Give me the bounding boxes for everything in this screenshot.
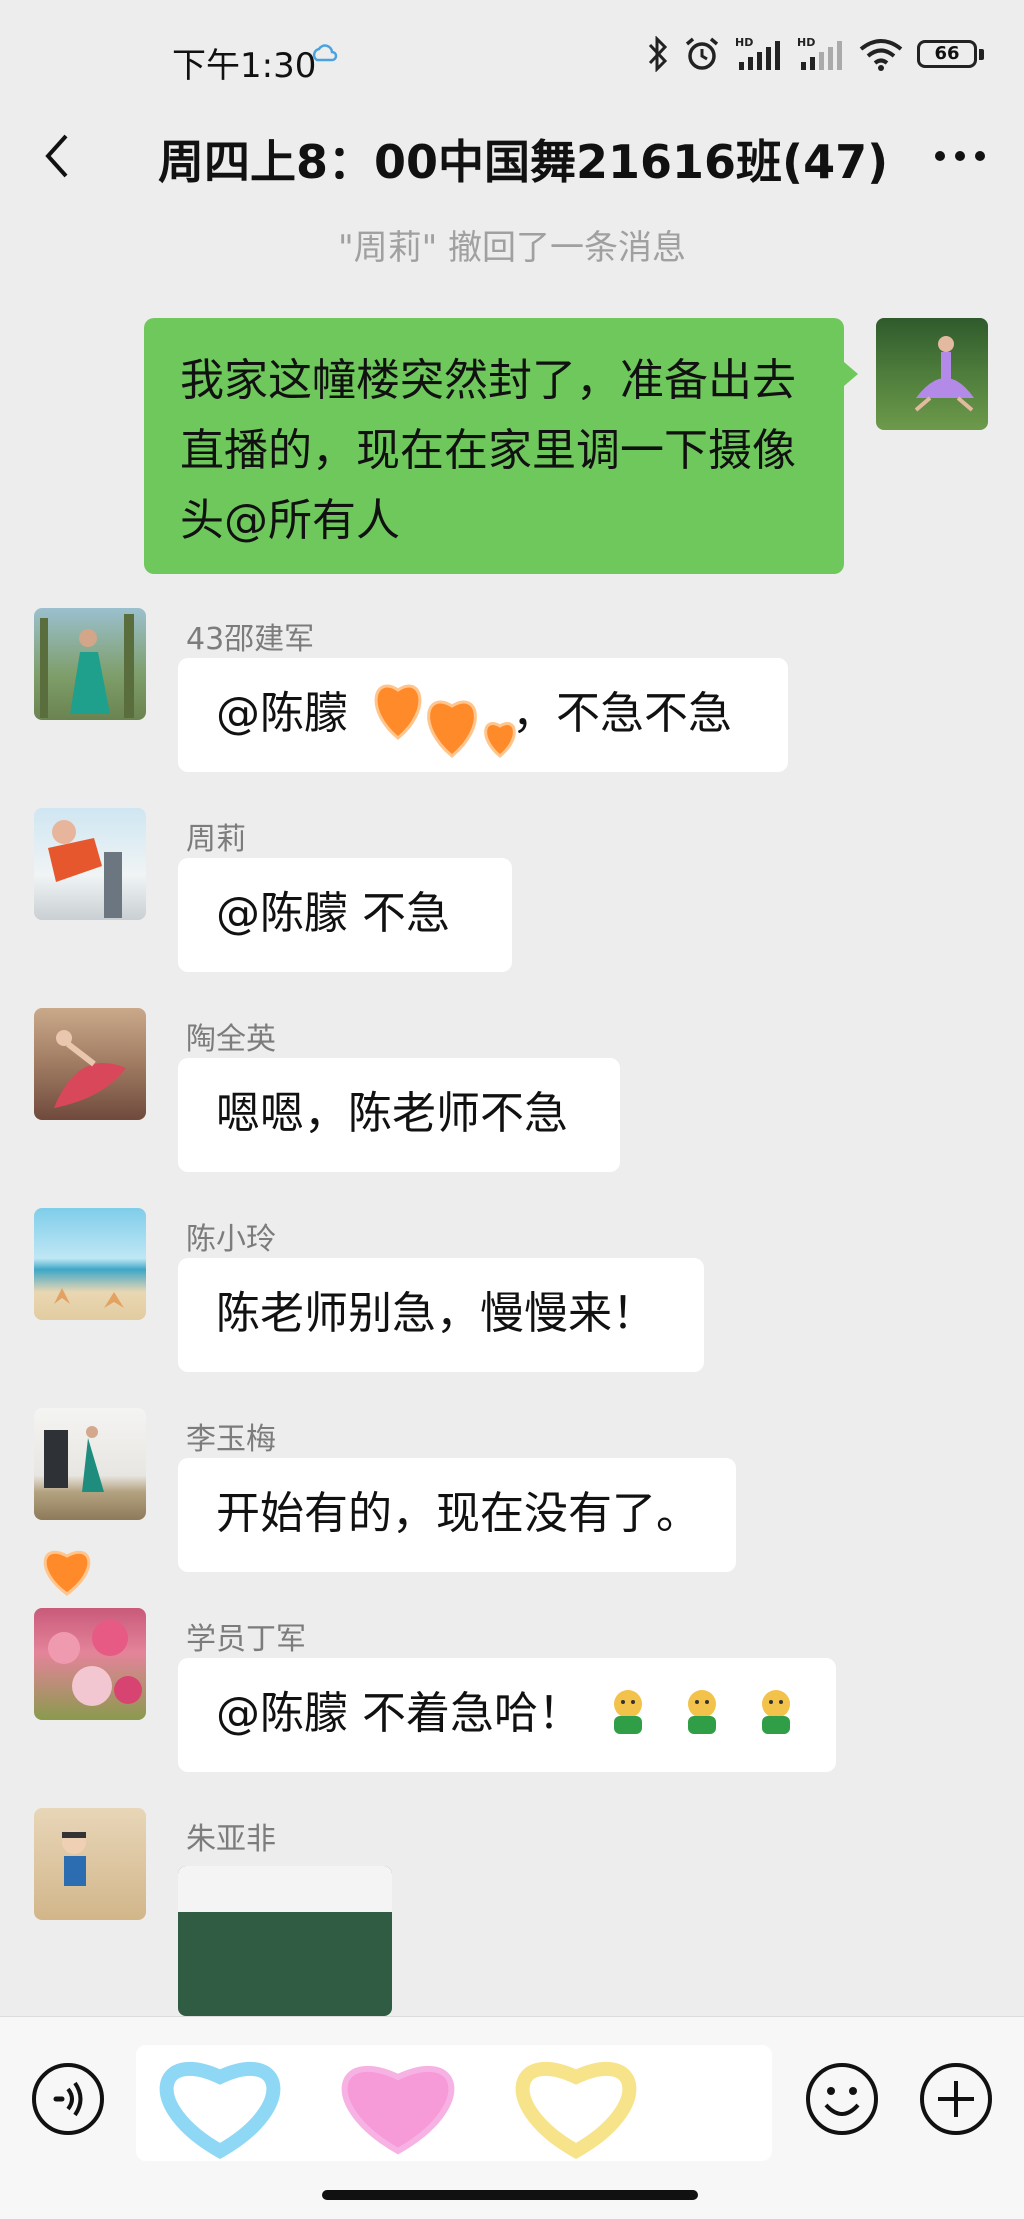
avatar-chen[interactable] (34, 1208, 146, 1320)
message-bubble[interactable]: @陈朦 不着急哈！ (178, 1658, 836, 1772)
back-icon[interactable] (38, 132, 78, 180)
plus-icon[interactable] (918, 2061, 994, 2137)
emoji-man-icon (688, 1690, 716, 1734)
emoji-man-icon (614, 1690, 642, 1734)
cloud-sync-icon (312, 44, 338, 62)
message-text: @陈朦 (216, 688, 362, 739)
message-bubble[interactable]: 陈老师别急，慢慢来！ (178, 1258, 704, 1372)
emoji-icon[interactable] (804, 2061, 880, 2137)
wifi-icon (859, 39, 903, 71)
heart-stickers (159, 2061, 637, 2160)
avatar-tao[interactable] (34, 1008, 146, 1120)
avatar-zhu[interactable] (34, 1808, 146, 1920)
message-bubble[interactable]: @陈朦 不急 (178, 858, 512, 972)
bluetooth-icon (648, 36, 668, 72)
message-input[interactable] (136, 2045, 772, 2161)
message-bubble[interactable]: 开始有的，现在没有了。 (178, 1458, 736, 1572)
sender-name: 李玉梅 (186, 1422, 276, 1457)
status-bar: 下午1:30 HD HD 66 (0, 0, 1024, 120)
input-bar (0, 2016, 1024, 2219)
svg-text:HD: HD (735, 36, 753, 49)
image-message[interactable] (178, 1866, 392, 2016)
message-bubble[interactable]: 嗯嗯，陈老师不急 (178, 1058, 620, 1172)
battery-level: 66 (917, 40, 977, 68)
sender-name: 43邵建军 (186, 622, 315, 657)
avatar-ding[interactable] (34, 1608, 146, 1720)
message-text-2: ，不急不急 (512, 688, 732, 739)
emoji-man-icon (762, 1690, 790, 1734)
sender-name: 周莉 (186, 822, 246, 857)
my-message-bubble[interactable]: 我家这幢楼突然封了，准备出去直播的，现在在家里调一下摄像头@所有人 (144, 318, 844, 574)
battery-icon: 66 (917, 40, 984, 68)
signal-icon-2: HD (797, 36, 842, 70)
sender-name: 陶全英 (186, 1022, 276, 1057)
heart-icon (43, 1550, 91, 1596)
voice-icon[interactable] (30, 2061, 106, 2137)
heart-icon (374, 684, 516, 758)
avatar-zhouli[interactable] (34, 808, 146, 920)
sender-name: 学员丁军 (186, 1622, 306, 1657)
svg-text:HD: HD (797, 36, 815, 49)
my-avatar[interactable] (876, 318, 988, 430)
home-indicator[interactable] (322, 2190, 698, 2200)
avatar-li[interactable] (34, 1408, 146, 1520)
my-bubble-tail (844, 362, 858, 386)
avatar-shao[interactable] (34, 608, 146, 720)
status-right: HD HD 66 (647, 34, 984, 74)
recall-notice: "周莉" 撤回了一条消息 (337, 228, 687, 268)
signal-icon: HD (735, 36, 780, 70)
chat-title: 周四上8：00中国舞21616班(47) (158, 135, 889, 189)
sender-name: 陈小玲 (186, 1222, 276, 1257)
message-text: @陈朦 不着急哈！ (216, 1688, 582, 1739)
more-icon[interactable] (932, 136, 988, 176)
chat-header: 周四上8：00中国舞21616班(47) (0, 112, 1024, 200)
alarm-icon (685, 37, 719, 70)
sender-name: 朱亚非 (186, 1822, 276, 1857)
status-time: 下午1:30 (172, 46, 317, 86)
